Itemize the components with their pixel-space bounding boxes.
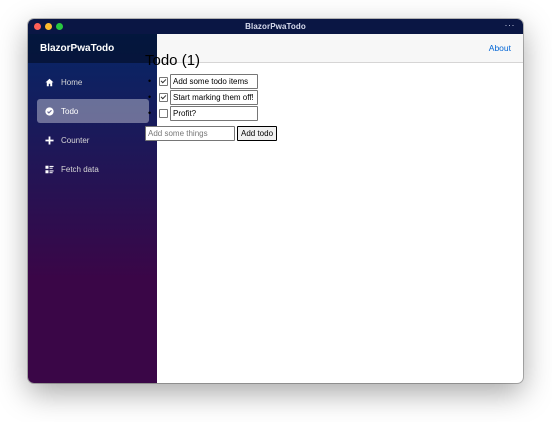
window-menu-icon[interactable]: ··· xyxy=(505,20,516,30)
todo-list xyxy=(145,73,552,121)
main-content: Todo (1) Add todo xyxy=(145,52,552,141)
nav-item-counter[interactable]: Counter xyxy=(37,128,149,152)
close-window-button[interactable] xyxy=(34,23,41,30)
list-rich-icon xyxy=(44,164,54,174)
todo-checkbox[interactable] xyxy=(159,76,168,86)
nav-menu: Home Todo Counter Fetch data xyxy=(28,63,157,181)
brand-link[interactable]: BlazorPwaTodo xyxy=(40,43,114,54)
nav-item-label: Counter xyxy=(61,135,90,145)
add-todo-row: Add todo xyxy=(145,126,552,141)
todo-item xyxy=(148,105,552,121)
window-controls xyxy=(34,23,63,30)
todo-title-input[interactable] xyxy=(170,73,258,89)
brand-bar: BlazorPwaTodo xyxy=(28,34,157,63)
title-bar[interactable]: BlazorPwaTodo ··· xyxy=(28,19,523,34)
nav-item-home[interactable]: Home xyxy=(37,70,149,94)
nav-item-label: Todo xyxy=(61,106,79,116)
nav-item-fetch-data[interactable]: Fetch data xyxy=(37,157,149,181)
page-title: Todo (1) xyxy=(145,52,201,69)
add-todo-button[interactable]: Add todo xyxy=(237,126,278,141)
nav-item-todo[interactable]: Todo xyxy=(37,99,149,123)
plus-icon xyxy=(44,135,54,145)
todo-checkbox[interactable] xyxy=(159,108,168,118)
todo-title-input[interactable] xyxy=(170,105,258,121)
home-icon xyxy=(44,77,54,87)
nav-item-label: Home xyxy=(61,77,83,87)
new-todo-input[interactable] xyxy=(145,126,235,141)
sidebar: BlazorPwaTodo Home Todo Counter Fetch da… xyxy=(28,34,157,383)
todo-item xyxy=(148,73,552,89)
nav-item-label: Fetch data xyxy=(61,164,99,174)
minimize-window-button[interactable] xyxy=(45,23,52,30)
zoom-window-button[interactable] xyxy=(56,23,63,30)
todo-item xyxy=(148,89,552,105)
check-circle-icon xyxy=(44,106,54,116)
window-title: BlazorPwaTodo xyxy=(245,22,306,31)
todo-title-input[interactable] xyxy=(170,89,258,105)
todo-checkbox[interactable] xyxy=(159,92,168,102)
